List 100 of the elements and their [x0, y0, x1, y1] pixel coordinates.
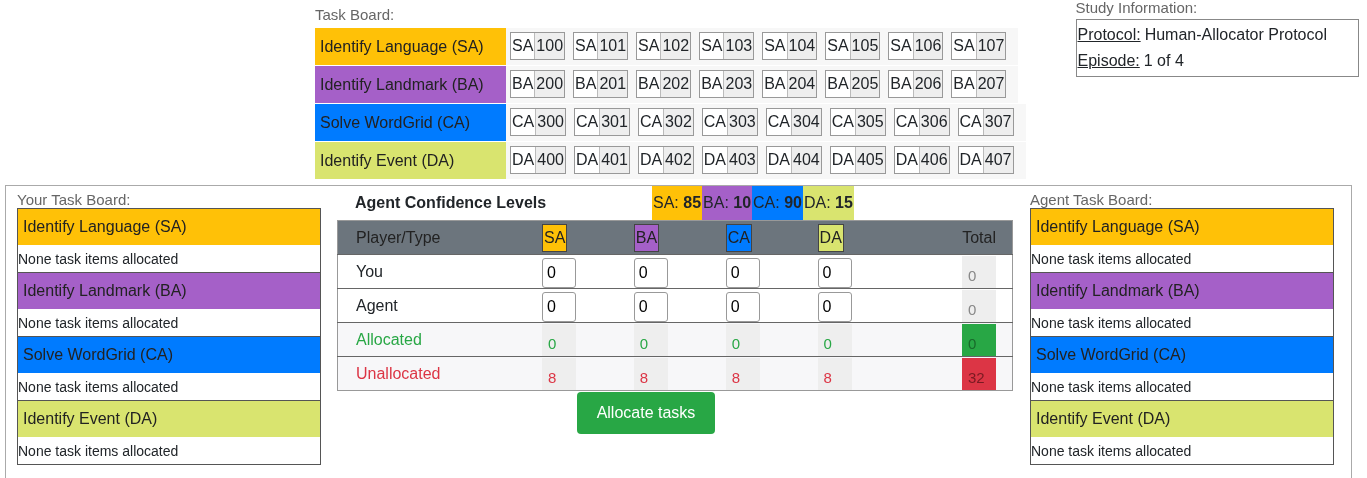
task-type-header: Identify Event (DA)	[18, 400, 320, 437]
task-item-number[interactable]: 400	[536, 147, 565, 173]
count-input[interactable]: 0	[725, 257, 760, 288]
task-item-prefix[interactable]: CA	[766, 109, 792, 135]
task-item-number[interactable]: 202	[661, 71, 691, 97]
count-input[interactable]: 0	[817, 291, 852, 322]
allocation-note: None task items allocated	[18, 250, 180, 269]
task-item-prefix[interactable]: DA	[766, 147, 792, 173]
count-input[interactable]: 0	[725, 291, 760, 322]
task-item-number[interactable]: 101	[598, 33, 628, 59]
task-item-prefix[interactable]: SA	[763, 33, 788, 59]
allocation-note: None task items allocated	[1031, 250, 1193, 269]
task-item-number[interactable]: 203	[724, 71, 754, 97]
row-label: Allocated	[356, 330, 422, 348]
row-label: You	[356, 262, 383, 280]
task-item-prefix[interactable]: DA	[894, 147, 920, 173]
task-item-number[interactable]: 207	[976, 71, 1006, 97]
task-item-number[interactable]: 306	[919, 109, 949, 135]
task-type-header: Solve WordGrid (CA)	[1031, 336, 1333, 373]
task-item-number[interactable]: 401	[600, 147, 629, 173]
task-item-prefix[interactable]: SA	[952, 33, 977, 59]
task-item-number[interactable]: 100	[535, 33, 565, 59]
task-item-number[interactable]: 303	[728, 109, 757, 135]
column-header: CA	[725, 223, 752, 252]
task-item-prefix[interactable]: BA	[826, 71, 851, 97]
task-item-number[interactable]: 105	[850, 33, 880, 59]
total-field: 32	[962, 357, 996, 390]
task-item-number[interactable]: 402	[664, 147, 693, 173]
task-item-prefix[interactable]: DA	[958, 147, 984, 173]
task-item-number[interactable]: 301	[600, 109, 629, 135]
column-header: Player/Type	[356, 228, 441, 246]
task-item-prefix[interactable]: BA	[763, 71, 788, 97]
task-item-prefix[interactable]: CA	[894, 109, 920, 135]
allocation-note: None task items allocated	[1031, 378, 1193, 397]
field-value: 1 of 4	[1143, 52, 1184, 69]
task-item-number[interactable]: 102	[661, 33, 691, 59]
task-type-header: Identify Landmark (BA)	[18, 272, 320, 309]
task-item-prefix[interactable]: CA	[958, 109, 984, 135]
task-type-label: Identify Event (DA)	[315, 142, 506, 179]
count-input[interactable]: 0	[633, 291, 668, 322]
task-item-number[interactable]: 107	[976, 33, 1006, 59]
task-item-number[interactable]: 103	[724, 33, 754, 59]
task-type-header: Identify Event (DA)	[1031, 400, 1333, 437]
task-item-number[interactable]: 300	[536, 109, 565, 135]
field-label: Episode:	[1077, 52, 1140, 69]
total-field: 0	[962, 255, 996, 288]
task-item-prefix[interactable]: CA	[830, 109, 856, 135]
count-field: 8	[633, 357, 668, 390]
task-item-prefix[interactable]: SA	[889, 33, 914, 59]
task-type-label: Solve WordGrid (CA)	[315, 104, 506, 141]
task-type-header: Identify Language (SA)	[18, 209, 320, 245]
task-board-title: Task Board:	[315, 5, 396, 25]
count-field: 0	[633, 323, 668, 356]
confidence-level: DA: 15	[803, 186, 854, 220]
task-item-number[interactable]: 206	[913, 71, 943, 97]
task-item-number[interactable]: 406	[919, 147, 949, 173]
count-field: 8	[817, 357, 852, 390]
field-value: Human-Allocator Protocol	[1144, 26, 1327, 43]
count-field: 0	[817, 323, 852, 356]
field-label: Protocol:	[1077, 26, 1141, 43]
allocation-note: None task items allocated	[18, 442, 180, 461]
task-item-prefix[interactable]: BA	[889, 71, 914, 97]
task-item-prefix[interactable]: BA	[952, 71, 977, 97]
count-field: 0	[725, 323, 760, 356]
row-label: Agent	[356, 296, 398, 314]
task-item-number[interactable]: 104	[787, 33, 817, 59]
task-item-number[interactable]: 404	[792, 147, 821, 173]
count-field: 8	[542, 357, 576, 390]
total-field: 0	[962, 323, 996, 356]
confidence-level: BA: 10	[702, 186, 753, 220]
task-item-number[interactable]: 407	[983, 147, 1013, 173]
column-header: DA	[817, 223, 844, 252]
count-input[interactable]: 0	[542, 257, 576, 288]
count-field: 0	[542, 323, 576, 356]
task-item-number[interactable]: 302	[664, 109, 693, 135]
task-item-number[interactable]: 403	[728, 147, 757, 173]
task-item-number[interactable]: 304	[792, 109, 821, 135]
count-input[interactable]: 0	[817, 257, 852, 288]
task-type-label: Identify Landmark (BA)	[315, 66, 506, 103]
allocation-note: None task items allocated	[18, 378, 180, 397]
confidence-level: SA: 85	[652, 186, 703, 220]
task-item-number[interactable]: 305	[855, 109, 885, 135]
task-item-number[interactable]: 201	[598, 71, 628, 97]
allocation-note: None task items allocated	[18, 314, 180, 333]
task-item-number[interactable]: 307	[983, 109, 1013, 135]
task-item-number[interactable]: 200	[535, 71, 565, 97]
column-header: Total	[962, 228, 996, 246]
task-item-number[interactable]: 106	[913, 33, 943, 59]
task-item-prefix[interactable]: SA	[826, 33, 851, 59]
row-label: Unallocated	[356, 364, 441, 382]
confidence-title: Agent Confidence Levels	[355, 194, 548, 212]
count-input[interactable]: 0	[633, 257, 668, 288]
column-header: BA	[633, 223, 660, 252]
task-type-label: Identify Language (SA)	[315, 28, 506, 65]
task-item-number[interactable]: 205	[850, 71, 880, 97]
allocation-note: None task items allocated	[1031, 314, 1193, 333]
task-item-number[interactable]: 405	[855, 147, 885, 173]
task-item-number[interactable]: 204	[787, 71, 817, 97]
task-item-prefix[interactable]: DA	[830, 147, 856, 173]
count-input[interactable]: 0	[542, 291, 576, 322]
